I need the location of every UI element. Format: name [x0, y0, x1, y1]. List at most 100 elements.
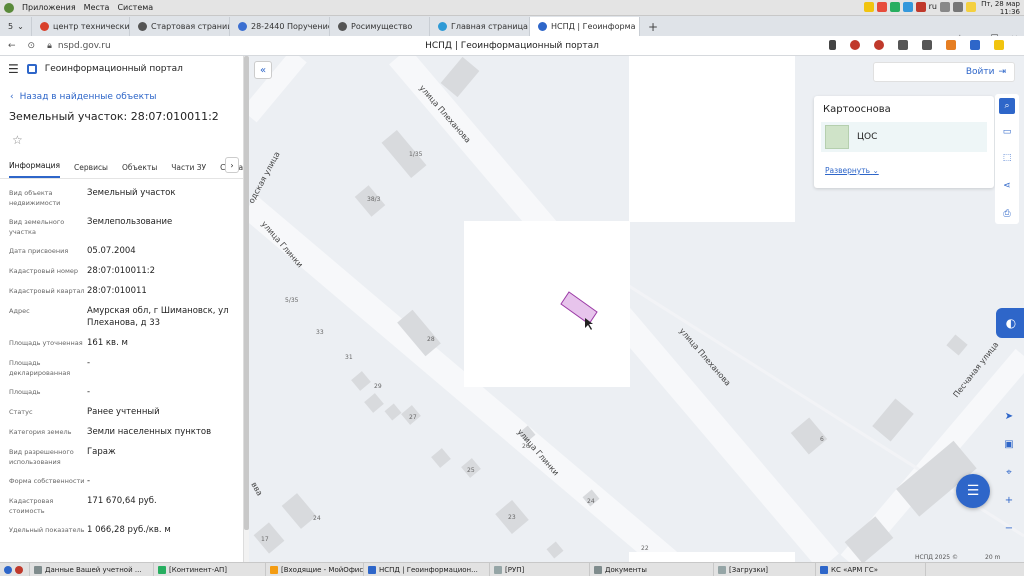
clock-time: 11:36	[999, 8, 1020, 16]
lock-icon[interactable]: 🔒︎	[47, 41, 52, 51]
kaspersky-icon[interactable]	[889, 2, 900, 12]
taskbar-item-label: [Загрузки]	[729, 565, 769, 574]
browser-tab-counter[interactable]: 5 ⌄	[0, 17, 32, 36]
app-icon	[34, 565, 42, 574]
print-icon[interactable]: ⎙	[999, 206, 1015, 222]
house-number: 23	[508, 514, 516, 521]
taskbar-item[interactable]: Данные Вашей учетной ...	[30, 563, 154, 576]
extension-icon[interactable]	[946, 40, 956, 50]
share-icon[interactable]: ⋖	[999, 178, 1015, 194]
house-number: 26	[522, 443, 530, 450]
search-layers-icon[interactable]: ⌕	[999, 98, 1015, 114]
protect-icon[interactable]: ⊙	[28, 41, 36, 51]
tab-information[interactable]: Информация	[9, 161, 61, 178]
copyright: НСПД 2025 ©	[915, 554, 958, 561]
taskbar-item[interactable]: Документы	[590, 563, 714, 576]
attribute-row: Вид земельного участка Землепользование	[9, 216, 243, 237]
app-icon	[820, 565, 828, 574]
downloads-icon[interactable]	[994, 40, 1004, 50]
taskbar-item[interactable]: [Континент-АП]	[154, 563, 266, 576]
antivirus-icon[interactable]	[876, 2, 887, 12]
sticky-note-icon[interactable]	[966, 2, 976, 12]
browser-tab-nspd[interactable]: НСПД | Геоинформа ×	[530, 17, 640, 36]
zoom-out-button[interactable]: −	[999, 518, 1019, 538]
notes-icon[interactable]	[863, 2, 874, 12]
login-arrow-icon[interactable]: ⇥	[998, 67, 1006, 77]
extension-icon[interactable]	[898, 40, 908, 50]
extension-icon[interactable]	[970, 40, 980, 50]
taskbar-item-label: КС «АРМ ГС»	[831, 565, 879, 574]
tab-parts[interactable]: Части ЗУ	[171, 163, 206, 178]
taskbar: Данные Вашей учетной ... [Континент-АП] [В…	[0, 562, 1024, 576]
portal-logo-icon[interactable]	[26, 64, 37, 74]
os-menu-system[interactable]: Система	[117, 3, 153, 12]
measure-icon[interactable]: ⌖	[999, 462, 1019, 482]
basemap-card: Картооснова ЦОС Развернуть ⌄	[814, 96, 994, 188]
keyboard-layout[interactable]: ru	[929, 2, 937, 12]
clipboard-icon[interactable]	[940, 2, 950, 12]
taskbar-item[interactable]: [Загрузки]	[714, 563, 816, 576]
alert-icon[interactable]	[915, 2, 926, 12]
taskbar-item[interactable]: [РУП]	[490, 563, 590, 576]
network-icon[interactable]	[902, 2, 913, 12]
favorite-star-icon[interactable]: ☆	[12, 133, 243, 147]
taskbar-item-label: [РУП]	[505, 565, 525, 574]
side-widget-button[interactable]: ◐	[996, 308, 1024, 338]
tabs-scroll-right-button[interactable]: ›	[225, 157, 239, 173]
zoom-in-button[interactable]: +	[999, 490, 1019, 510]
browser-tab-assignment[interactable]: 28-2440 Поручение	[230, 17, 330, 36]
url-field[interactable]: nspd.gov.ru	[58, 41, 111, 51]
favicon-icon	[238, 22, 247, 31]
portal-name[interactable]: Геоинформационный портал	[45, 64, 183, 74]
attribute-label: Кадастровая стоимость	[9, 497, 54, 515]
browser-tab-tech-center[interactable]: центр технических, т	[32, 17, 130, 36]
minimap-icon[interactable]: ▣	[999, 434, 1019, 454]
os-logo-icon[interactable]	[4, 2, 14, 13]
start-button[interactable]	[0, 563, 30, 576]
basemap-option[interactable]: ЦОС	[821, 122, 987, 152]
bookmark-icon[interactable]	[829, 40, 836, 50]
back-arrow-icon[interactable]: ←	[8, 41, 16, 51]
favicon-icon	[138, 22, 147, 31]
tab-objects[interactable]: Объекты	[122, 163, 157, 178]
volume-icon[interactable]	[953, 2, 963, 12]
house-number: 6	[820, 436, 824, 443]
extension-icon[interactable]	[850, 40, 860, 50]
map-view[interactable]: улица Плеханова улица Плеханова улица Гл…	[249, 56, 1024, 562]
menu-icon[interactable]: ☰	[8, 62, 19, 76]
login-label[interactable]: Войти	[966, 67, 995, 77]
new-tab-button[interactable]: +	[640, 17, 666, 36]
browser-tab-home-page[interactable]: Главная страница	[430, 17, 530, 36]
attribute-label: Дата присвоения	[9, 247, 69, 255]
layers-icon[interactable]: ▭	[999, 124, 1015, 140]
chat-button[interactable]: ☰	[956, 474, 990, 508]
browser-tab-rosimushchestvo[interactable]: Росимущество	[330, 17, 430, 36]
attribute-row: Дата присвоения 05.07.2004	[9, 245, 243, 257]
taskbar-item[interactable]: [Входящие - МойОфис П...	[266, 563, 364, 576]
browser-tab-start-page[interactable]: Стартовая страница	[130, 17, 230, 36]
collapse-panel-button[interactable]: «	[254, 61, 272, 79]
extension-icon[interactable]	[874, 40, 884, 50]
back-to-results-link[interactable]: ‹ Назад в найденные объекты	[10, 92, 243, 102]
attribute-label: Адрес	[9, 307, 30, 315]
select-area-icon[interactable]: ⬚	[999, 150, 1015, 166]
geolocation-icon[interactable]: ➤	[999, 406, 1019, 426]
taskbar-item-label: Документы	[605, 565, 647, 574]
tab-label: Главная страница	[451, 22, 528, 31]
os-menu-places[interactable]: Места	[84, 3, 110, 12]
attribute-value: 171 670,64 руб.	[87, 496, 157, 506]
extension-icon[interactable]	[922, 40, 932, 50]
attribute-row: Кадастровая стоимость 171 670,64 руб.	[9, 495, 243, 516]
attribute-label: Удельный показатель	[9, 526, 85, 534]
os-menu-applications[interactable]: Приложения	[22, 3, 76, 12]
favicon-icon	[40, 22, 49, 31]
basemap-thumbnail-icon	[825, 125, 849, 149]
taskbar-item[interactable]: КС «АРМ ГС»	[816, 563, 926, 576]
object-tabs: Информация Сервисы Объекты Части ЗУ Сост…	[0, 157, 243, 179]
expand-basemap-link[interactable]: Развернуть ⌄	[825, 166, 879, 175]
attribute-label: Вид разрешенного использования	[9, 448, 74, 466]
clock[interactable]: Пт, 28 мар 11:36	[981, 0, 1020, 16]
taskbar-item[interactable]: НСПД | Геоинформацион...	[364, 563, 490, 576]
building	[872, 398, 914, 442]
tab-services[interactable]: Сервисы	[74, 163, 108, 178]
